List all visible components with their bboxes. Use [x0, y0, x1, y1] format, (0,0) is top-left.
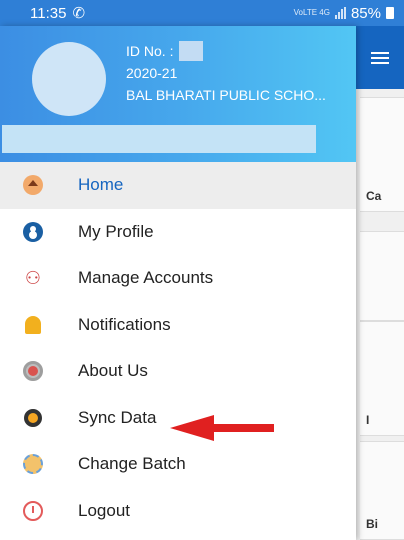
menu-item-label: Manage Accounts: [78, 268, 214, 288]
session-year: 2020-21: [126, 65, 178, 81]
home-icon: [22, 174, 44, 196]
menu-item-manage-accounts[interactable]: ⚇ Manage Accounts: [0, 255, 356, 302]
id-value-redacted: [179, 41, 204, 61]
menu-item-about-us[interactable]: About Us: [0, 348, 356, 395]
background-card: I: [360, 321, 404, 436]
battery-percent: 85%: [350, 4, 381, 22]
red-arrow-annotation: [170, 415, 274, 441]
arrow-shaft: [210, 424, 274, 432]
background-card: [360, 231, 404, 321]
menu-item-label: Home: [78, 175, 124, 195]
background-card: Ca: [360, 97, 404, 212]
menu-icon[interactable]: [371, 51, 389, 64]
signal-icon: [334, 7, 346, 19]
menu-item-logout[interactable]: Logout: [0, 488, 356, 535]
menu-item-label: Logout: [78, 500, 130, 520]
battery-icon: [386, 7, 394, 19]
app-toolbar: [356, 26, 404, 89]
profile-icon: [22, 221, 44, 243]
background-card-label: I: [366, 413, 370, 427]
student-name-redacted: [2, 125, 316, 153]
drawer-menu: Home My Profile ⚇ Manage Accounts Notifi…: [0, 162, 356, 534]
status-time: 11:35: [30, 4, 67, 22]
background-card-label: Bi: [366, 517, 378, 531]
status-bar: 11:35 ✆ VoLTE 4G 85%: [0, 0, 404, 26]
menu-item-label: My Profile: [78, 221, 154, 241]
school-name: BAL BHARATI PUBLIC SCHO...: [126, 87, 326, 103]
menu-item-label: Notifications: [78, 314, 171, 334]
network-indicator: VoLTE 4G: [293, 8, 330, 17]
info-icon: [22, 360, 44, 382]
gear-icon: [22, 453, 44, 475]
menu-item-change-batch[interactable]: Change Batch: [0, 441, 356, 488]
background-app: Ca I Bi: [356, 26, 404, 540]
bell-icon: [22, 314, 44, 336]
menu-item-home[interactable]: Home: [0, 162, 356, 209]
drawer-header: ID No. : 2020-21 BAL BHARATI PUBLIC SCHO…: [0, 26, 356, 162]
user-info: ID No. : 2020-21 BAL BHARATI PUBLIC SCHO…: [126, 40, 326, 106]
accounts-icon: ⚇: [24, 267, 42, 288]
navigation-drawer: ID No. : 2020-21 BAL BHARATI PUBLIC SCHO…: [0, 26, 356, 540]
menu-item-label: Change Batch: [78, 454, 186, 474]
arrow-head: [170, 415, 214, 441]
menu-item-my-profile[interactable]: My Profile: [0, 209, 356, 256]
background-card: Bi: [360, 441, 404, 540]
background-card-label: Ca: [366, 189, 382, 203]
menu-item-label: Sync Data: [78, 407, 157, 427]
sync-icon: [22, 407, 44, 429]
avatar[interactable]: [32, 42, 106, 116]
id-label: ID No. :: [126, 43, 174, 59]
menu-item-notifications[interactable]: Notifications: [0, 302, 356, 349]
menu-item-label: About Us: [78, 361, 148, 381]
whatsapp-icon: ✆: [72, 5, 86, 22]
power-icon: [22, 500, 44, 522]
